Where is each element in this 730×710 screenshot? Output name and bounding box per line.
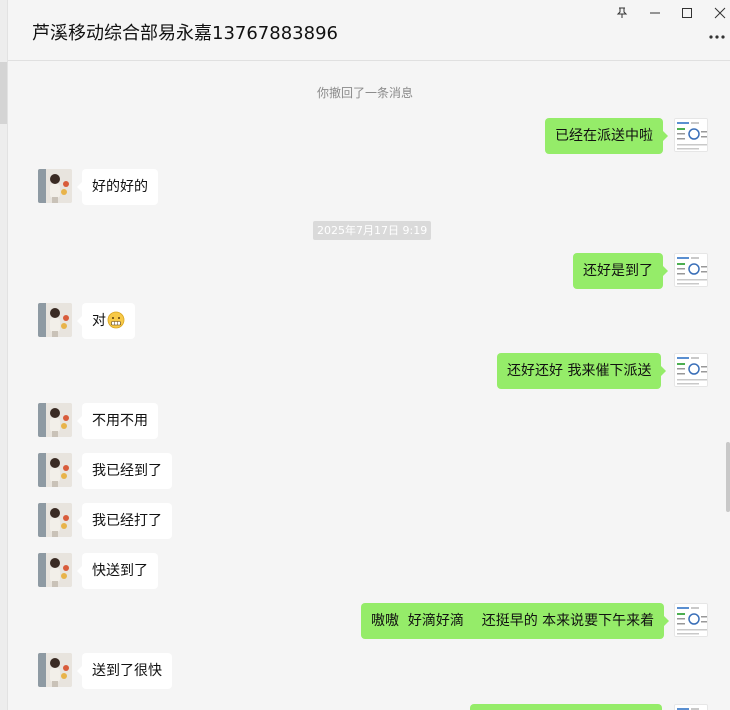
self-avatar[interactable] — [674, 603, 708, 637]
received-message-bubble[interactable]: 我已经打了 — [77, 503, 172, 539]
close-icon[interactable] — [709, 2, 730, 24]
sent-message-bubble[interactable]: 嗷嗷 好滴好滴 还挺早的 本来说要下午来着 — [361, 603, 670, 639]
sent-message-bubble[interactable]: 还好还好 我来催下派送 — [497, 353, 667, 389]
sent-message-bubble[interactable]: 还好是到了 — [573, 253, 668, 289]
contact-avatar[interactable] — [38, 503, 72, 537]
message-text: 对 — [92, 313, 106, 329]
received-message-bubble[interactable]: 我已经到了 — [77, 453, 172, 489]
received-message-bubble[interactable]: 快送到了 — [77, 553, 158, 589]
contact-avatar[interactable] — [38, 403, 72, 437]
sent-message-bubble[interactable]: 已经在派送中啦 — [545, 118, 668, 154]
timestamp-chip: 2025年7月17日 9:19 — [313, 221, 432, 240]
chat-scrollbar[interactable] — [726, 442, 730, 512]
grimace-emoji-icon — [107, 307, 125, 329]
received-message-bubble[interactable]: 对 — [77, 303, 135, 339]
self-avatar[interactable] — [674, 353, 708, 387]
message-list[interactable]: 你撤回了一条消息 已经在派送中啦 好的好的 2025年7月17日 9:19 还好… — [8, 62, 730, 710]
contact-avatar[interactable] — [38, 303, 72, 337]
contact-avatar[interactable] — [38, 553, 72, 587]
received-message-bubble[interactable]: 不用不用 — [77, 403, 158, 439]
system-notice: 你撤回了一条消息 — [316, 86, 413, 100]
pin-icon[interactable] — [611, 2, 633, 24]
sent-message-bubble[interactable] — [470, 704, 662, 710]
self-avatar[interactable] — [674, 253, 708, 287]
received-message-bubble[interactable]: 送到了很快 — [77, 653, 172, 689]
contact-avatar[interactable] — [38, 453, 72, 487]
more-icon[interactable] — [706, 26, 728, 48]
received-message-bubble[interactable]: 好的好的 — [77, 169, 158, 205]
self-avatar[interactable] — [674, 704, 708, 710]
contact-avatar[interactable] — [38, 653, 72, 687]
left-panel-scrollbar[interactable] — [0, 62, 7, 124]
self-avatar[interactable] — [674, 118, 708, 152]
contact-avatar[interactable] — [38, 169, 72, 203]
left-panel-edge — [0, 0, 8, 710]
chat-header: 芦溪移动综合部易永嘉13767883896 — [8, 0, 730, 61]
maximize-icon[interactable] — [676, 2, 698, 24]
chat-title: 芦溪移动综合部易永嘉13767883896 — [32, 23, 338, 44]
minimize-icon[interactable] — [644, 2, 666, 24]
